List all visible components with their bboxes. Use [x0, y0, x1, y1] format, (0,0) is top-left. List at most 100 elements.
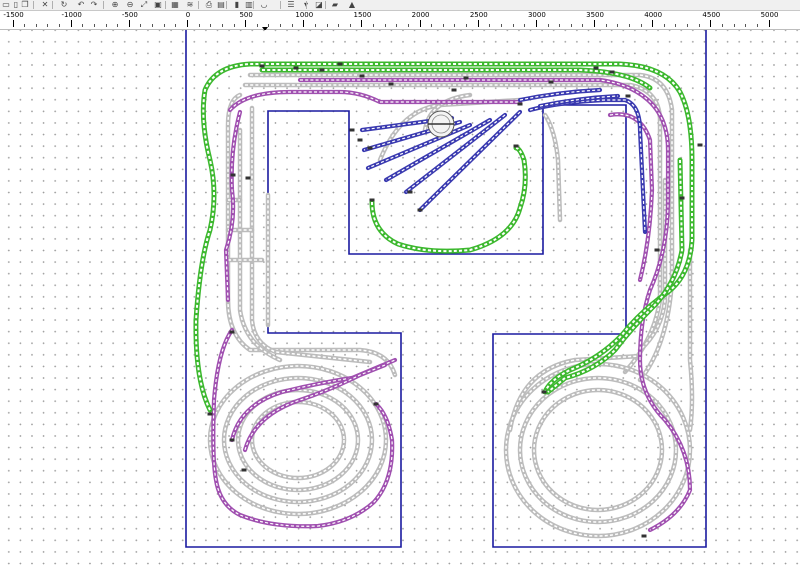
turnout-marker[interactable] [319, 68, 325, 72]
toolbar-separator [103, 1, 104, 9]
right-helix-loop[interactable] [503, 353, 693, 539]
undo-icon[interactable]: ↶ [76, 0, 86, 9]
ruler-tick-minor [721, 24, 723, 27]
turnout-marker[interactable] [463, 76, 469, 80]
ruler-tick-minor [140, 24, 142, 27]
redo-icon[interactable]: ↷ [89, 0, 99, 9]
ruler-tick-major [594, 20, 596, 27]
blue-track-group[interactable] [359, 87, 648, 235]
turnout-marker[interactable] [609, 70, 615, 74]
zoom-out-icon[interactable]: ⊖ [125, 0, 135, 9]
ruler-tick-minor [605, 24, 607, 27]
turnout-marker[interactable] [388, 82, 394, 86]
turnout-marker[interactable] [359, 74, 365, 78]
purple-track-segment[interactable] [297, 77, 693, 533]
ruler-tick-minor [663, 24, 665, 27]
turnout-marker[interactable] [245, 176, 251, 180]
green-loop-track[interactable] [369, 145, 528, 254]
turnout-marker[interactable] [349, 128, 355, 132]
track-sleepers [300, 79, 691, 531]
turnout-marker[interactable] [417, 208, 423, 212]
train-icon[interactable]: ▰ [330, 0, 340, 9]
ruler-tick-label: 4000 [644, 11, 663, 19]
baseboard-outline[interactable] [185, 30, 707, 548]
zoom-in-icon[interactable]: ⊕ [110, 0, 120, 9]
turnout-marker[interactable] [548, 80, 554, 84]
turnout-marker[interactable] [697, 143, 703, 147]
turnout-marker[interactable] [593, 66, 599, 70]
image-icon[interactable]: ▦ [170, 0, 180, 9]
ruler-tick-minor [221, 24, 223, 27]
ruler-tick-minor [559, 24, 561, 27]
ruler-tick-minor [373, 24, 375, 27]
turnout-marker[interactable] [207, 412, 213, 416]
turnout-marker[interactable] [229, 438, 235, 442]
fire-extinguisher-icon[interactable]: ▮ [232, 0, 242, 9]
list-view-icon[interactable]: ☰ [286, 0, 296, 9]
purple-track-group[interactable] [211, 77, 693, 533]
toolbar-separator [165, 1, 166, 9]
ruler-tick-minor [163, 24, 165, 27]
turnout-marker[interactable] [641, 534, 647, 538]
layers-icon[interactable]: ≋ [185, 0, 195, 9]
track-sleepers [609, 113, 653, 281]
grey-track-loop[interactable] [517, 375, 679, 525]
turnout-marker[interactable] [293, 66, 299, 70]
turnout-markers[interactable] [207, 62, 703, 538]
ruler-tick-minor [326, 24, 328, 27]
track-plan-drawing[interactable]: .rail-base { fill:none; stroke-linecap:r… [0, 30, 800, 566]
ruler-tick-minor [210, 24, 212, 27]
turnout-marker[interactable] [654, 248, 660, 252]
ruler-tick-label: -1500 [3, 11, 24, 19]
turnout-marker[interactable] [373, 402, 379, 406]
ruler-tick-minor [407, 24, 409, 27]
ruler-tick-minor [512, 24, 514, 27]
turntable[interactable] [427, 110, 455, 138]
grey-track-segment[interactable] [237, 127, 283, 363]
ruler-tick-minor [117, 24, 119, 27]
ruler-tick-minor [256, 24, 258, 27]
rotate-icon[interactable]: ↻ [59, 0, 69, 9]
ruler-tick-major [652, 20, 654, 27]
turnout-marker[interactable] [513, 144, 519, 148]
turnout-marker[interactable] [357, 138, 363, 142]
ruler-tick-major [361, 20, 363, 27]
preview-icon[interactable]: ▤ [216, 0, 226, 9]
horizontal-ruler: -1500 -1000 -500 0 500 1000 1500 2000 2500 3000 35… [0, 11, 800, 31]
delete-icon[interactable]: ✕ [40, 0, 50, 9]
turnout-marker[interactable] [625, 94, 631, 98]
dashboard-icon[interactable]: ◡ [259, 0, 269, 9]
ruler-tick-minor [59, 24, 61, 27]
turnout-marker[interactable] [230, 173, 236, 177]
new-file-icon[interactable]: ▭ [1, 0, 11, 9]
box-3d-icon[interactable]: ◪ [314, 0, 324, 9]
zoom-fit-icon[interactable]: ⤢ [139, 0, 149, 9]
copy-icon[interactable]: ❐ [20, 0, 30, 9]
turnout-marker[interactable] [679, 196, 685, 200]
ruler-tick-minor [338, 24, 340, 27]
turnout-marker[interactable] [451, 88, 457, 92]
turnout-marker[interactable] [541, 390, 547, 394]
turnout-marker[interactable] [369, 198, 375, 202]
ruler-tick-major [419, 20, 421, 27]
turnout-marker[interactable] [241, 468, 247, 472]
layout-canvas[interactable]: .rail-base { fill:none; stroke-linecap:r… [0, 30, 800, 566]
purple-track-segment[interactable] [227, 89, 523, 113]
turnout-marker[interactable] [337, 62, 343, 66]
turnout-marker[interactable] [367, 146, 373, 150]
turnout-marker[interactable] [407, 190, 413, 194]
ruler-tick-minor [628, 24, 630, 27]
turnout-marker[interactable] [517, 102, 523, 106]
turnout-marker[interactable] [229, 330, 235, 334]
toolbar-separator [52, 1, 53, 9]
ruler-tick-major [12, 20, 14, 27]
landscape-icon[interactable]: ▲ [347, 0, 357, 9]
ruler-tick-minor [489, 24, 491, 27]
ruler-tick-minor [733, 24, 735, 27]
toolbar: ▭▯❐✕↻↶↷⊕⊖⤢▣▦≋⎙▤▮▥◡☰▾◪▰▲ [0, 0, 800, 11]
toolbar-separator [198, 1, 199, 9]
ruler-tick-major [187, 20, 188, 27]
turnout-marker[interactable] [259, 64, 265, 68]
zoom-window-icon[interactable]: ▣ [153, 0, 163, 9]
print-icon[interactable]: ⎙ [204, 0, 214, 9]
